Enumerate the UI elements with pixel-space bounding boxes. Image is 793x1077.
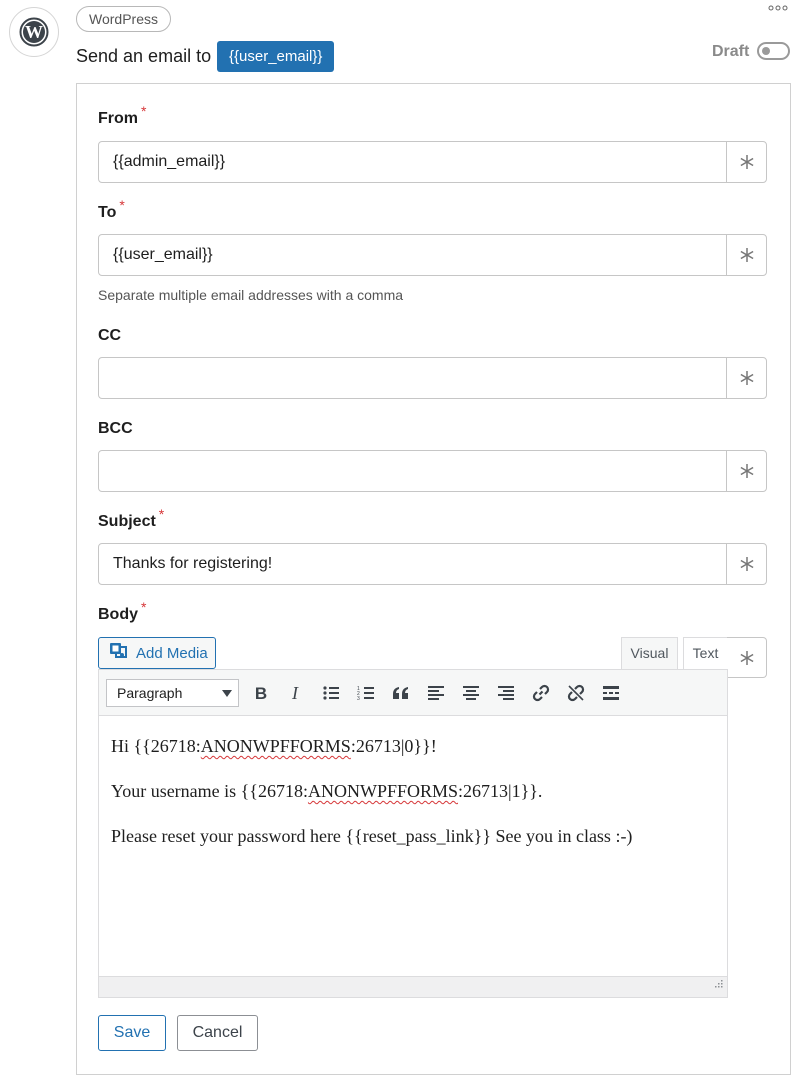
bcc-input[interactable]	[99, 451, 726, 491]
body-line-2: Your username is {{26718:ANONWPFFORMS:26…	[111, 781, 543, 801]
subject-field[interactable]: Thanks for registering!	[98, 543, 767, 585]
tab-text[interactable]: Text	[683, 637, 728, 670]
align-left-icon[interactable]	[424, 681, 448, 705]
required-marker: *	[141, 103, 147, 119]
cc-field[interactable]	[98, 357, 767, 399]
cc-label: CC	[98, 327, 122, 344]
insert-token-icon[interactable]	[726, 544, 766, 584]
from-input[interactable]: {{admin_email}}	[99, 142, 726, 182]
svg-text:B: B	[255, 685, 267, 701]
format-select[interactable]: Paragraph	[106, 679, 239, 707]
add-media-button[interactable]: Add Media	[98, 637, 216, 669]
publish-toggle[interactable]	[757, 42, 790, 60]
body-editor[interactable]: Paragraph B I 123 Hi {{26718:ANONWPFFORM…	[98, 669, 728, 998]
misspelled-word: ANONWPFFORMS	[307, 781, 458, 801]
chevron-down-icon	[222, 690, 232, 697]
bulleted-list-icon[interactable]	[319, 681, 343, 705]
media-icon	[109, 642, 129, 664]
editor-toolbar: Paragraph B I 123	[99, 670, 727, 716]
insert-token-icon[interactable]	[727, 637, 767, 678]
tab-visual[interactable]: Visual	[621, 637, 678, 670]
draft-status-label: Draft	[712, 43, 750, 60]
insert-token-icon[interactable]	[726, 235, 766, 275]
to-label: To *	[98, 197, 125, 221]
required-marker: *	[119, 197, 125, 213]
bcc-field[interactable]	[98, 450, 767, 492]
align-center-icon[interactable]	[459, 681, 483, 705]
cc-input[interactable]	[99, 358, 726, 398]
bcc-label: BCC	[98, 420, 133, 437]
link-icon[interactable]	[529, 681, 553, 705]
toggle-knob	[762, 47, 770, 55]
svg-text:3: 3	[357, 696, 360, 701]
to-field[interactable]: {{user_email}}	[98, 234, 767, 276]
subject-input[interactable]: Thanks for registering!	[99, 544, 726, 584]
italic-icon[interactable]: I	[283, 681, 307, 705]
to-help-text: Separate multiple email addresses with a…	[98, 287, 404, 303]
action-title-token: {{user_email}}	[217, 41, 335, 72]
numbered-list-icon[interactable]: 123	[354, 681, 378, 705]
subject-label: Subject *	[98, 506, 165, 530]
format-select-value: Paragraph	[117, 685, 183, 701]
blockquote-icon[interactable]	[389, 681, 413, 705]
body-line-3: Please reset your password here {{reset_…	[111, 826, 633, 846]
align-right-icon[interactable]	[494, 681, 518, 705]
from-label: From *	[98, 103, 147, 127]
insert-token-icon[interactable]	[726, 142, 766, 182]
body-line-1: Hi {{26718:ANONWPFFORMS:26713|0}}!	[111, 736, 437, 756]
insert-token-icon[interactable]	[726, 358, 766, 398]
bold-icon[interactable]: B	[249, 681, 273, 705]
editor-statusbar	[99, 976, 727, 997]
insert-token-icon[interactable]	[726, 451, 766, 491]
to-input[interactable]: {{user_email}}	[99, 235, 726, 275]
add-media-label: Add Media	[136, 644, 208, 662]
resize-handle-icon[interactable]	[713, 975, 723, 993]
unlink-icon[interactable]	[564, 681, 588, 705]
svg-text:I: I	[291, 685, 299, 701]
from-field[interactable]: {{admin_email}}	[98, 141, 767, 183]
body-label: Body *	[98, 599, 147, 623]
misspelled-word: ANONWPFFORMS	[200, 736, 351, 756]
cancel-button[interactable]: Cancel	[177, 1015, 258, 1051]
required-marker: *	[141, 599, 147, 615]
more-options-icon[interactable]	[768, 0, 788, 15]
integration-pill: WordPress	[76, 6, 171, 32]
action-title: Send an email to	[76, 46, 212, 66]
svg-text:W: W	[25, 22, 43, 42]
required-marker: *	[158, 506, 165, 522]
save-button[interactable]: Save	[98, 1015, 166, 1051]
editor-content[interactable]: Hi {{26718:ANONWPFFORMS:26713|0}}! Your …	[111, 736, 715, 871]
wordpress-logo-icon: W	[9, 7, 59, 57]
toolbar-toggle-icon[interactable]	[599, 681, 623, 705]
